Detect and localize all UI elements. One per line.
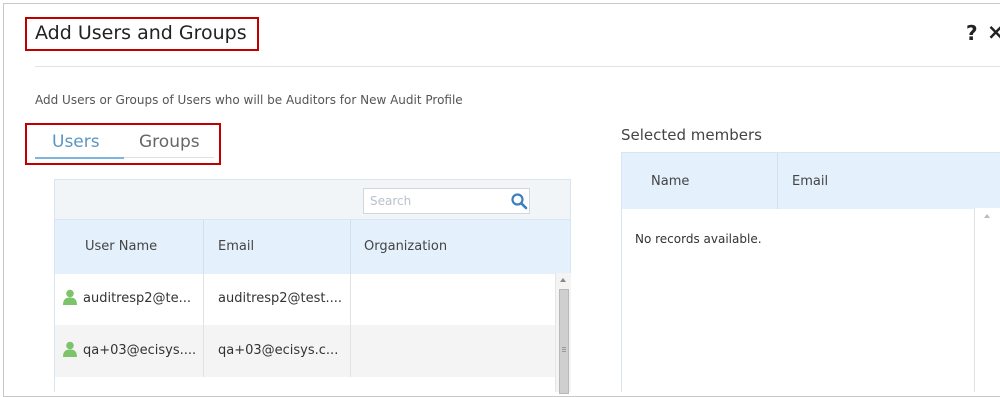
grip-line [562,351,566,352]
column-header-name[interactable]: Name [651,174,689,189]
user-icon [63,341,77,357]
users-table-toolbar [55,179,570,220]
selected-members-scrollbar[interactable] [974,208,1000,392]
column-divider [203,220,204,274]
tab-groups[interactable]: Groups [139,132,200,152]
tab-users[interactable]: Users [52,132,100,152]
tab-rail [124,157,214,158]
selected-members-header: Name Email [622,152,1000,209]
scrollbar-thumb[interactable] [559,289,569,394]
scroll-up-arrow-icon[interactable] [560,278,566,282]
column-divider [350,325,351,377]
scroll-up-arrow-icon[interactable] [984,214,990,218]
close-icon[interactable]: × [987,20,1000,44]
cell-email: auditresp2@test.... [218,291,343,306]
column-divider [350,220,351,274]
column-header-user-name[interactable]: User Name [85,239,157,254]
cell-user-name: qa+03@ecisys.... [83,343,197,358]
dialog-title: Add Users and Groups [35,22,247,44]
active-tab-indicator [35,157,124,159]
users-table-scrollbar[interactable] [555,273,571,394]
column-divider [350,273,351,325]
empty-state-text: No records available. [635,232,762,246]
selected-members-table: Name Email No records available. [621,152,1000,392]
user-icon [63,289,77,305]
table-row[interactable]: qa+03@ecisys.... qa+03@ecisys.c... [55,325,555,377]
table-row[interactable]: auditresp2@te... auditresp2@test.... [55,273,555,325]
users-table: User Name Email Organization auditresp2@… [54,179,571,394]
title-divider [35,66,1000,67]
search-icon[interactable] [510,192,528,210]
column-header-organization[interactable]: Organization [364,239,447,254]
search-input[interactable] [364,189,494,213]
help-icon[interactable]: ? [966,21,978,45]
column-header-email[interactable]: Email [792,174,828,189]
cell-email: qa+03@ecisys.c... [218,343,339,358]
grip-line [562,347,566,348]
column-header-email[interactable]: Email [218,239,254,254]
column-divider [203,325,204,377]
grip-line [562,349,566,350]
dialog-description: Add Users or Groups of Users who will be… [35,93,463,107]
search-box [363,188,530,214]
cell-user-name: auditresp2@te... [83,291,192,306]
column-divider [777,153,778,209]
selected-members-title: Selected members [621,126,762,144]
users-table-header: User Name Email Organization [55,219,570,274]
column-divider [203,273,204,325]
